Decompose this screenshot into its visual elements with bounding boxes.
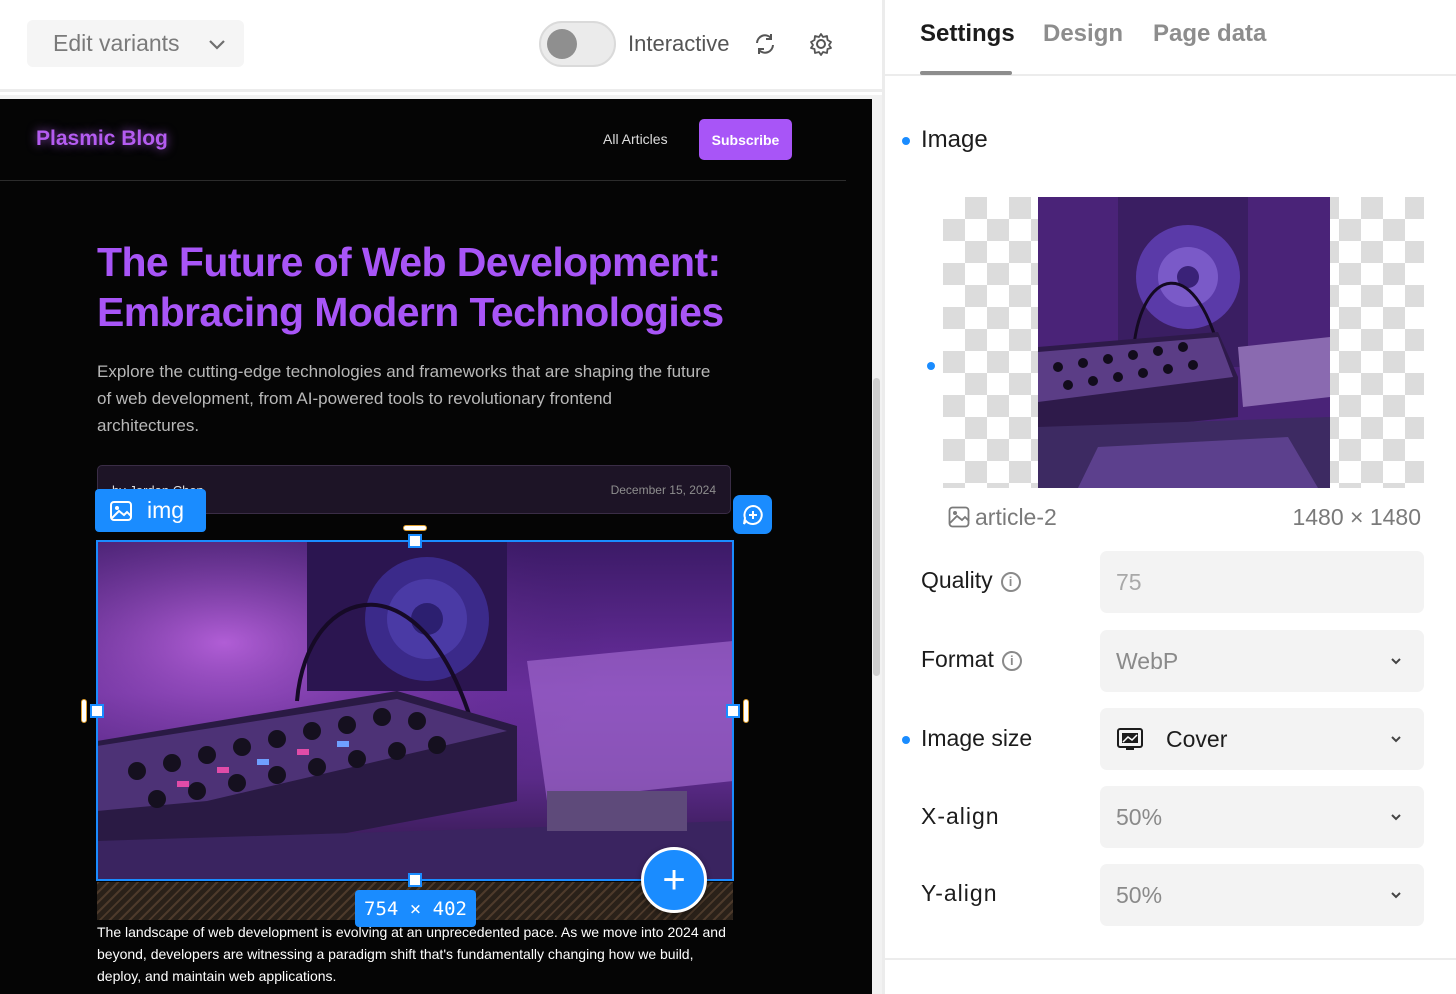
- image-size-set-dot: [902, 736, 910, 744]
- comment-plus-icon: [742, 504, 763, 525]
- image-asset-icon: [948, 506, 970, 528]
- selection-tag[interactable]: img: [95, 489, 206, 532]
- active-tab-indicator: [920, 71, 1012, 75]
- image-icon: [110, 500, 132, 521]
- y-align-value: 50%: [1116, 881, 1163, 908]
- format-label: Format i: [921, 646, 1022, 673]
- margin-handle-top[interactable]: [403, 525, 427, 531]
- interactive-label: Interactive: [628, 31, 730, 56]
- site-nav: Plasmic Blog All Articles Subscribe: [0, 99, 846, 181]
- selection-tag-label: img: [147, 497, 185, 523]
- chevron-down-icon: [1391, 892, 1401, 899]
- chevron-down-icon: [1391, 736, 1401, 743]
- asset-dimensions: 1480 × 1480: [1292, 504, 1421, 530]
- interactive-toggle[interactable]: [539, 21, 616, 67]
- format-label-text: Format: [921, 646, 994, 672]
- resize-handle-top[interactable]: [408, 534, 422, 548]
- image-set-dot: [927, 362, 935, 370]
- image-section-title: Image: [921, 126, 988, 153]
- image-preview[interactable]: [1038, 197, 1330, 488]
- resize-handle-right[interactable]: [726, 704, 740, 718]
- subscribe-button[interactable]: Subscribe: [699, 119, 792, 160]
- article-body[interactable]: The landscape of web development is evol…: [97, 921, 737, 987]
- chevron-down-icon: [1391, 814, 1401, 821]
- tab-design[interactable]: Design: [1043, 20, 1123, 48]
- format-select[interactable]: WebP: [1100, 630, 1424, 692]
- image-size-label: Image size: [921, 725, 1033, 751]
- resize-handle-bottom[interactable]: [408, 873, 422, 887]
- quality-label: Quality i: [921, 567, 1021, 594]
- section-set-dot: [902, 137, 910, 145]
- selection-outline: [96, 540, 734, 881]
- resize-handle-left[interactable]: [90, 704, 104, 718]
- all-articles-link[interactable]: All Articles: [603, 131, 668, 147]
- quality-placeholder: 75: [1116, 568, 1142, 595]
- editor-root: Edit variants Interactive Plasmic Blog A…: [0, 0, 1456, 994]
- edit-variants-label: Edit variants: [53, 30, 180, 56]
- x-align-value: 50%: [1116, 803, 1163, 830]
- comment-button[interactable]: [733, 495, 772, 534]
- image-size-select[interactable]: Cover: [1100, 708, 1424, 770]
- settings-panel: Settings Design Page data Image article-…: [882, 0, 1456, 994]
- quality-label-text: Quality: [921, 567, 993, 593]
- margin-handle-left[interactable]: [81, 699, 87, 723]
- image-size-value: Cover: [1166, 725, 1228, 752]
- toggle-knob: [547, 29, 577, 59]
- headline-line-2: Embracing Modern Technologies: [97, 289, 724, 335]
- sync-icon[interactable]: [752, 31, 778, 57]
- x-align-label: X-align: [921, 803, 1000, 829]
- x-align-select[interactable]: 50%: [1100, 786, 1424, 848]
- info-icon[interactable]: i: [1001, 651, 1022, 671]
- canvas-scrollbar[interactable]: [873, 378, 880, 676]
- chevron-down-icon: [1391, 658, 1401, 665]
- y-align-select[interactable]: 50%: [1100, 864, 1424, 926]
- margin-handle-right[interactable]: [743, 699, 749, 723]
- article-lede[interactable]: Explore the cutting-edge technologies an…: [97, 358, 717, 439]
- chevron-down-icon: [209, 40, 225, 50]
- headline-line-1: The Future of Web Development:: [97, 239, 721, 285]
- canvas-toolbar: Edit variants Interactive: [0, 0, 882, 92]
- y-align-label: Y-align: [921, 880, 998, 906]
- gear-icon[interactable]: [808, 31, 834, 57]
- preview-illustration: [1038, 197, 1330, 488]
- cover-icon: [1117, 728, 1143, 750]
- edit-variants-dropdown[interactable]: Edit variants: [27, 20, 244, 67]
- asset-name[interactable]: article-2: [975, 504, 1057, 531]
- format-value: WebP: [1116, 647, 1179, 674]
- panel-divider: [885, 958, 1456, 960]
- dimension-readout: 754 × 402: [355, 890, 476, 927]
- quality-input[interactable]: 75: [1100, 551, 1424, 613]
- info-icon[interactable]: i: [1000, 572, 1021, 592]
- panel-tabs: Settings Design Page data: [885, 0, 1456, 76]
- tab-page-data[interactable]: Page data: [1153, 20, 1266, 48]
- article-date: December 15, 2024: [610, 483, 716, 497]
- article-headline[interactable]: The Future of Web Development: Embracing…: [97, 237, 757, 337]
- tab-settings[interactable]: Settings: [920, 20, 1015, 48]
- site-brand[interactable]: Plasmic Blog: [36, 127, 168, 151]
- add-element-button[interactable]: +: [641, 847, 707, 913]
